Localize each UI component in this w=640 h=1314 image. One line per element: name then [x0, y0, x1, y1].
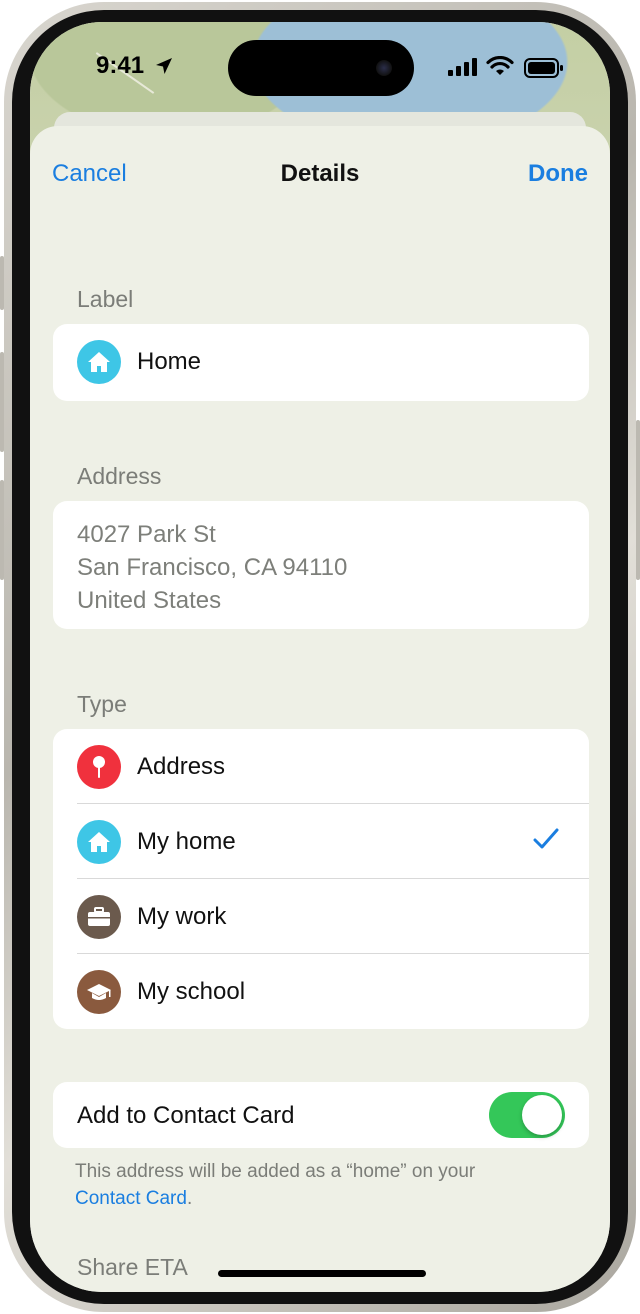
type-option-label: My school	[137, 978, 246, 1005]
checkmark-icon	[533, 828, 559, 855]
footnote-text: This address will be added as a “home” o…	[75, 1161, 476, 1182]
page-title: Details	[280, 160, 360, 187]
type-section-header: Type	[77, 691, 127, 717]
battery-icon	[524, 58, 564, 83]
type-option-my-work[interactable]: My work	[53, 879, 589, 954]
footnote-suffix: .	[186, 1188, 193, 1209]
address-line-city: San Francisco, CA 94110	[77, 554, 348, 581]
contact-footnote: This address will be added as a “home” o…	[75, 1161, 475, 1183]
house-icon	[77, 340, 121, 384]
nav-bar: Cancel Details Done	[30, 126, 610, 206]
contact-card-toggle[interactable]	[489, 1092, 565, 1138]
pin-icon	[77, 745, 121, 789]
label-row[interactable]: Home	[53, 324, 589, 401]
contact-card-row: Add to Contact Card	[53, 1082, 589, 1148]
address-line-country: United States	[77, 587, 222, 614]
volume-up-button	[0, 352, 4, 452]
type-option-my-school[interactable]: My school	[53, 954, 589, 1029]
volume-down-button	[0, 480, 4, 580]
cellular-signal-icon	[448, 58, 478, 81]
contact-footnote-line2: Contact Card.	[75, 1188, 192, 1210]
type-option-address[interactable]: Address	[53, 729, 589, 804]
details-sheet: Cancel Details Done Label Home Address 4…	[30, 126, 610, 1292]
action-button	[0, 256, 4, 310]
label-card: Home	[53, 324, 589, 401]
graduation-cap-icon	[77, 970, 121, 1014]
house-icon	[77, 820, 121, 864]
location-arrow-icon	[154, 56, 174, 81]
type-card: Address My home My work My school	[53, 729, 589, 1029]
address-line-street: 4027 Park St	[77, 521, 216, 548]
address-card[interactable]: 4027 Park St San Francisco, CA 94110 Uni…	[53, 501, 589, 629]
type-option-label: My home	[137, 828, 236, 855]
type-option-label: Address	[137, 753, 226, 780]
power-button	[636, 420, 640, 580]
status-time: 9:41	[96, 52, 145, 79]
done-button[interactable]: Done	[528, 160, 588, 188]
type-option-label: My work	[137, 903, 227, 930]
label-section-header: Label	[77, 286, 134, 312]
type-option-my-home[interactable]: My home	[53, 804, 589, 879]
contact-card-label: Add to Contact Card	[77, 1102, 295, 1129]
home-indicator[interactable]	[218, 1270, 426, 1277]
screen: 9:41 Cancel Details Done Label Home Addr…	[30, 22, 610, 1292]
contact-card-link[interactable]: Contact Card	[75, 1188, 187, 1209]
briefcase-icon	[77, 895, 121, 939]
label-value: Home	[137, 348, 202, 375]
camera-icon	[376, 60, 392, 76]
toggle-knob	[522, 1095, 562, 1135]
share-eta-header: Share ETA	[77, 1254, 188, 1280]
dynamic-island	[228, 40, 414, 96]
address-section-header: Address	[77, 463, 162, 489]
wifi-icon	[486, 55, 514, 81]
